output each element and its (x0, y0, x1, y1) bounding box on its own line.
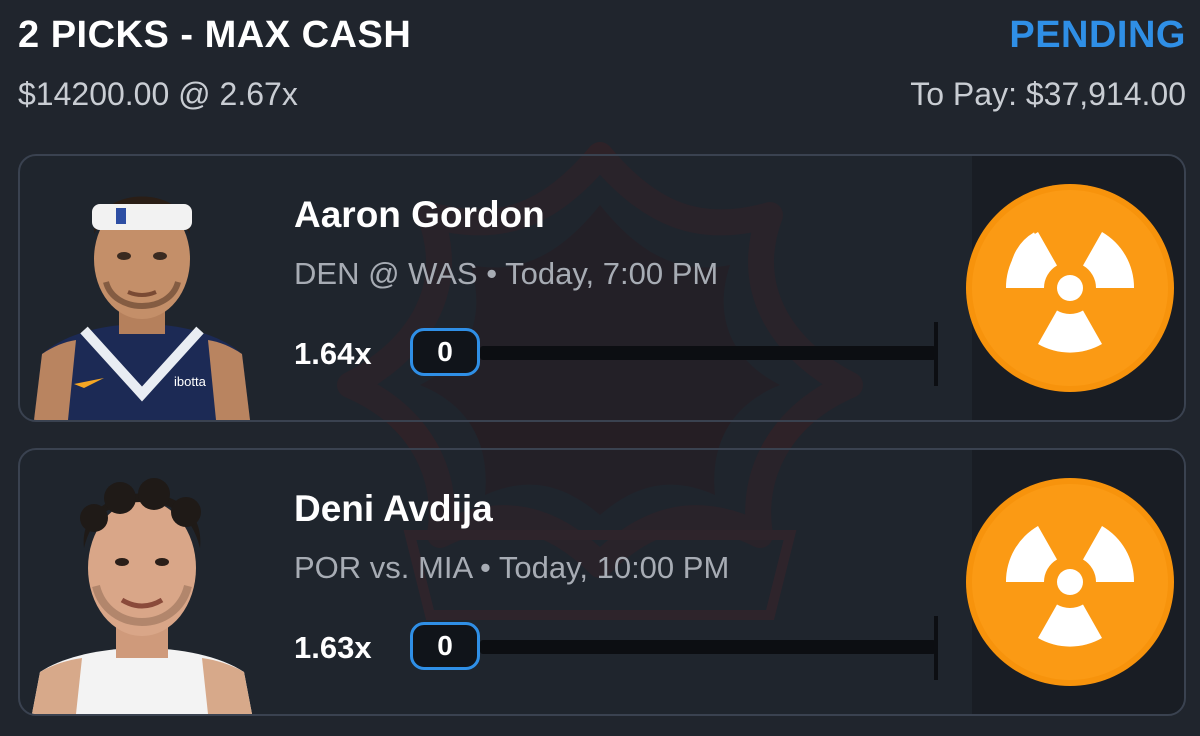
current-value-pill: 0 (410, 622, 480, 670)
player-avatar (32, 478, 252, 714)
pick-multiplier: 1.64x (294, 336, 372, 371)
bet-slip: 2 PICKS - MAX CASH PENDING $14200.00 @ 2… (0, 0, 1200, 736)
matchup-text: POR vs. MIA • Today, 10:00 PM (294, 550, 730, 585)
current-value-pill: 0 (410, 328, 480, 376)
svg-text:ibotta: ibotta (174, 374, 207, 389)
pick-card[interactable]: Deni Avdija POR vs. MIA • Today, 10:00 P… (18, 448, 1186, 716)
radioactive-icon (966, 478, 1174, 686)
progress-bar (480, 640, 936, 654)
radioactive-icon (966, 184, 1174, 392)
player-avatar: ibotta (34, 196, 250, 420)
player-name: Aaron Gordon (294, 194, 545, 235)
pick-multiplier: 1.63x (294, 630, 372, 665)
payout-text: To Pay: $37,914.00 (910, 76, 1186, 112)
matchup-text: DEN @ WAS • Today, 7:00 PM (294, 256, 719, 291)
page-title: 2 PICKS - MAX CASH (18, 14, 412, 56)
target-marker (934, 616, 938, 680)
target-marker (934, 322, 938, 386)
stake-text: $14200.00 @ 2.67x (18, 76, 298, 112)
progress-bar (480, 346, 936, 360)
player-name: Deni Avdija (294, 488, 493, 529)
status-badge: PENDING (1009, 14, 1186, 56)
pick-card[interactable]: ibotta Aaron Gordon DEN @ WAS • Today, 7… (18, 154, 1186, 422)
